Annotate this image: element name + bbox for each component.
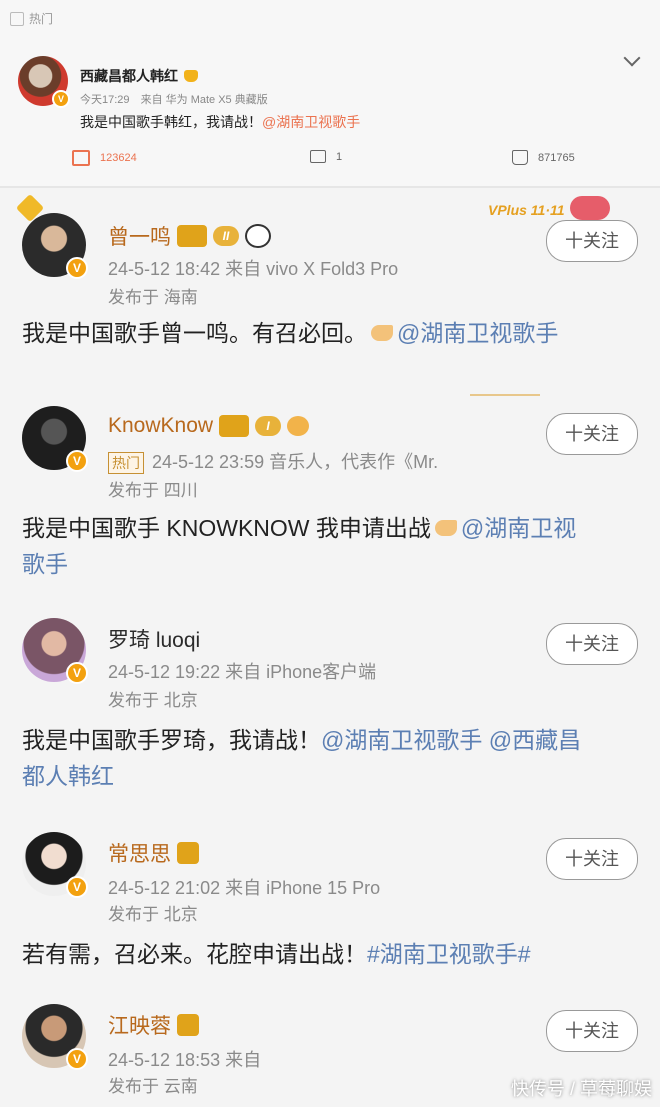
comment-text: 我是中国歌手 KNOWKNOW 我申请出战 @湖南卫视 歌手 [22,515,577,577]
watermark: 快传号 / 草莓聊娱 [510,1079,652,1099]
comment-text: 我是中国歌手曾一鸣。有召必回。 @湖南卫视歌手 [22,320,559,346]
mention-link-continued[interactable]: 歌手 [22,551,68,577]
follow-button[interactable]: 十关注 [546,623,638,665]
commenter-name[interactable]: 罗琦 luoqi [108,624,200,654]
crown-icon [177,842,199,864]
location-text: 发布于 北京 [108,691,198,710]
mention-link-continued[interactable]: 都人韩红 [22,763,114,789]
comment-icon [310,150,326,163]
vplus-badge: VPlus 11·11 [488,202,565,218]
level-badge: II [213,226,239,246]
verified-badge-icon: V [66,876,88,898]
post-content: 我是中国歌手韩红，我请战！@湖南卫视歌手 [80,114,361,130]
avatar[interactable]: V [22,832,88,898]
location-text: 发布于 四川 [108,481,198,500]
mention-link[interactable]: @湖南卫视歌手 [262,114,360,130]
location-text: 发布于 海南 [108,288,198,307]
commenter-name[interactable]: 常思思 [108,838,199,868]
verified-badge-icon: V [66,450,88,472]
comment-button[interactable]: 1 [310,150,342,163]
chevron-down-icon[interactable] [623,49,641,67]
verified-badge-icon: V [66,1048,88,1070]
top-post-card: 热门 V 西藏昌都人韩红 今天17:29 来自 华为 Mate X5 典藏版 我… [0,0,660,186]
location-text: 发布于 云南 [108,1077,198,1096]
comment-meta: 24-5-12 21:02 来自 iPhone 15 Pro [108,878,381,898]
follow-button[interactable]: 十关注 [546,1010,638,1052]
divider [0,186,660,188]
comment-meta: 24-5-12 19:22 来自 iPhone客户端 [108,662,377,682]
location-text: 发布于 北京 [108,905,198,924]
divider [470,394,540,396]
post-source: 来自 华为 Mate X5 典藏版 [140,94,268,106]
crown-icon [177,225,207,247]
hands-emoji-icon [371,325,393,341]
avatar[interactable]: V [18,56,70,108]
crown-icon [184,70,198,82]
mention-link[interactable]: @湖南卫视 [461,515,576,541]
post-meta: 今天17:29 来自 华为 Mate X5 典藏版 [80,91,276,107]
thumbs-up-icon [512,150,528,165]
action-bar: 123624 1 871765 [0,150,660,170]
hot-section-label: 热门 [10,10,53,27]
follow-button[interactable]: 十关注 [546,838,638,880]
comment-meta: 24-5-12 18:53 来自 [108,1050,262,1070]
panda-icon [245,224,271,248]
repost-icon [72,150,90,166]
author-name[interactable]: 西藏昌都人韩红 [80,66,198,86]
mention-link[interactable]: @湖南卫视歌手 [397,320,558,346]
follow-button[interactable]: 十关注 [546,413,638,455]
level-badge: I [255,416,282,436]
avatar[interactable]: V [22,1004,88,1070]
commenter-name[interactable]: 江映蓉 [108,1010,199,1040]
comment-text: 若有需，召必来。花腔申请出战！#湖南卫视歌手# [22,941,531,967]
hand-emoji-icon [434,520,457,536]
hot-icon [10,11,24,26]
verified-badge-icon: V [66,257,88,279]
avatar[interactable]: V [22,618,88,684]
follow-button[interactable]: 十关注 [546,220,638,262]
avatar[interactable]: V [22,406,88,472]
avatar[interactable]: V [22,213,88,279]
crown-icon [177,1014,199,1036]
post-time: 今天17:29 [80,94,130,106]
commenter-name[interactable]: KnowKnow I [108,414,310,438]
ribbon-icon [570,196,610,220]
comment-meta: 热门 24-5-12 23:59 音乐人，代表作《Mr. [108,448,438,474]
comment-meta: 24-5-12 18:42 来自 vivo X Fold3 Pro [108,259,399,279]
crown-icon [219,415,250,437]
hot-tag: 热门 [108,452,144,474]
repost-button[interactable]: 123624 [72,150,137,166]
emoji-icon [287,416,310,436]
like-button[interactable]: 871765 [512,150,575,165]
mention-link[interactable]: @湖南卫视歌手 @西藏昌 [321,727,581,753]
comment-text: 我是中国歌手罗琦，我请战！@湖南卫视歌手 @西藏昌 都人韩红 [22,727,582,789]
verified-badge-icon: V [52,90,70,108]
hashtag-link[interactable]: #湖南卫视歌手# [367,941,531,967]
commenter-name[interactable]: 曾一鸣 II [108,221,271,251]
verified-badge-icon: V [66,662,88,684]
